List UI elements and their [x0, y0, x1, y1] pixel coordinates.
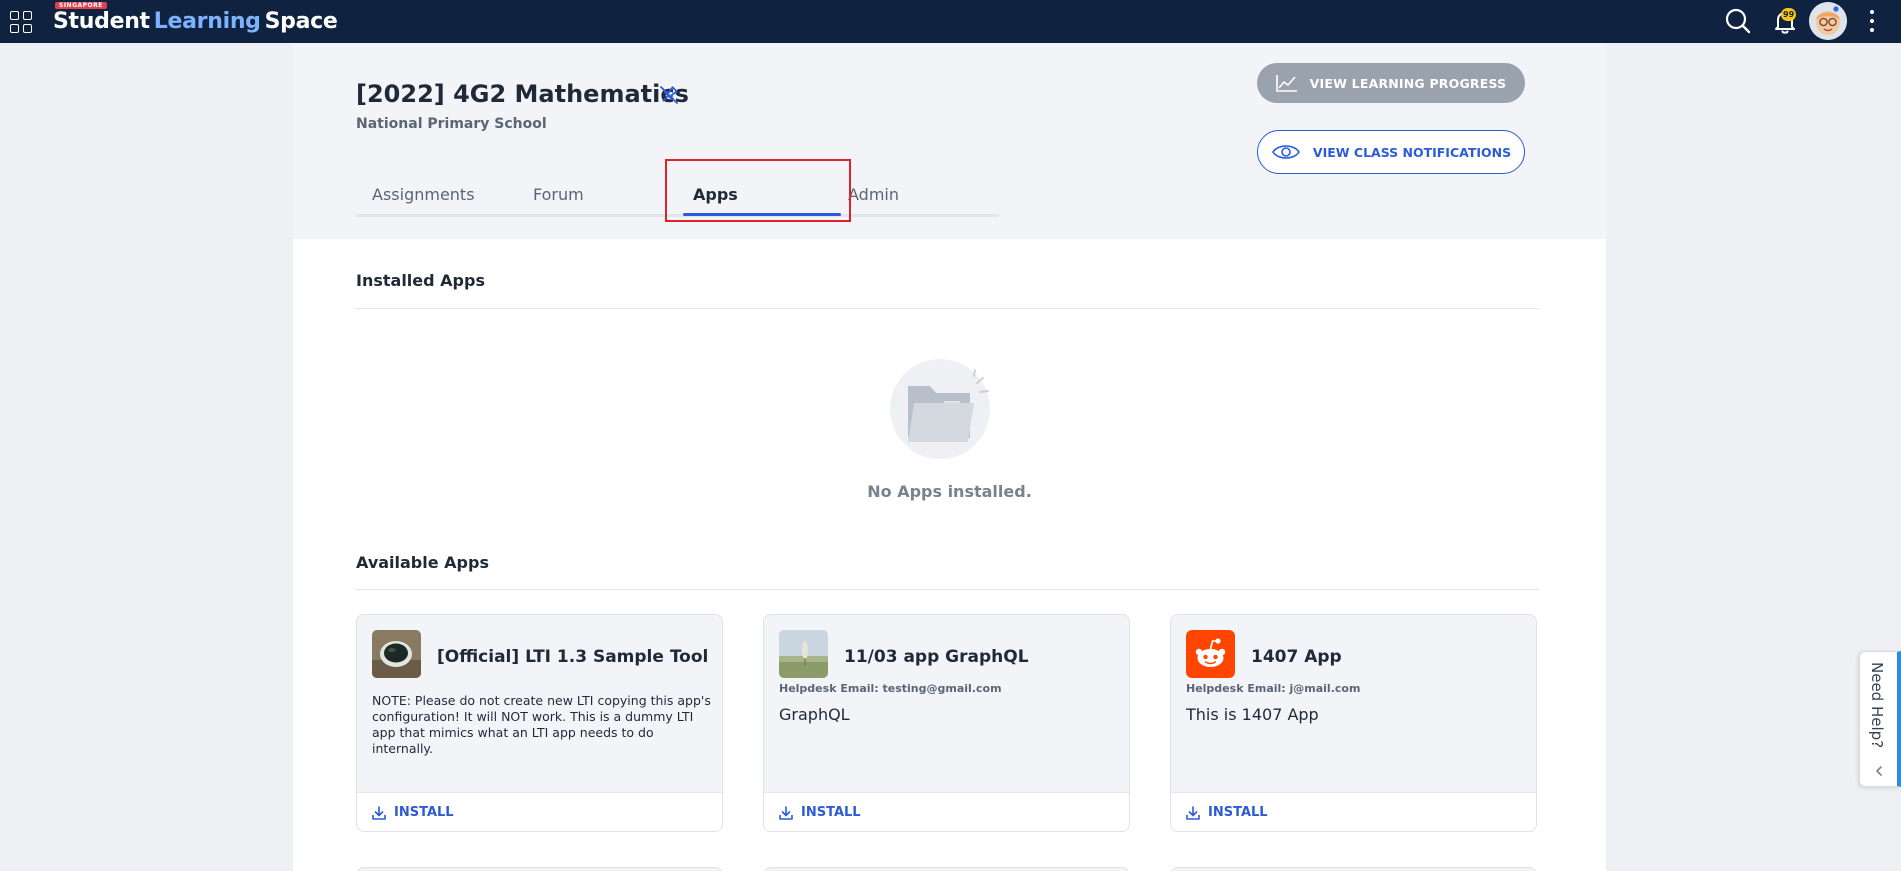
app-card-footer: INSTALL: [1171, 792, 1536, 831]
notification-count-badge: 99: [1781, 8, 1797, 21]
app-description: NOTE: Please do not create new LTI copyi…: [372, 693, 711, 756]
brand-part-learning: Learning: [153, 9, 261, 34]
tab-forum[interactable]: Forum: [533, 171, 584, 217]
app-card[interactable]: 11/03 app GraphQL Helpdesk Email: testin…: [763, 614, 1130, 832]
install-label: INSTALL: [394, 805, 454, 820]
class-page: [2022] 4G2 Mathematics National Primary …: [293, 43, 1606, 871]
active-tab-indicator: [683, 213, 841, 216]
tab-apps[interactable]: Apps: [693, 171, 738, 217]
install-button[interactable]: INSTALL: [372, 805, 454, 820]
empty-folder-icon: [890, 359, 990, 459]
app-launcher-grid-icon[interactable]: [10, 11, 32, 33]
need-help-tab[interactable]: Need Help?: [1859, 651, 1901, 787]
notifications-button[interactable]: 99: [1770, 6, 1800, 36]
no-apps-installed-text: No Apps installed.: [867, 482, 1032, 501]
app-helpdesk-email: Helpdesk Email: testing@gmail.com: [779, 682, 1002, 695]
app-thumbnail-field-photo: [779, 630, 828, 678]
app-helpdesk-email: Helpdesk Email: j@mail.com: [1186, 682, 1361, 695]
eye-icon: [1271, 145, 1300, 159]
app-card-partial[interactable]: [356, 867, 723, 871]
app-card-body: 11/03 app GraphQL Helpdesk Email: testin…: [764, 615, 1129, 792]
app-card-body: 1407 App Helpdesk Email: j@mail.com This…: [1171, 615, 1536, 792]
download-icon: [779, 805, 793, 820]
tab-assignments[interactable]: Assignments: [372, 171, 475, 217]
tab-admin[interactable]: Admin: [848, 171, 899, 217]
view-learning-progress-label: VIEW LEARNING PROGRESS: [1309, 75, 1507, 91]
installed-apps-title: Installed Apps: [356, 271, 485, 290]
app-card[interactable]: 1407 App Helpdesk Email: j@mail.com This…: [1170, 614, 1537, 832]
app-thumbnail-coffee-cup: [372, 630, 421, 678]
available-apps-divider: [356, 589, 1539, 590]
user-avatar[interactable]: [1809, 2, 1847, 40]
top-navigation-bar: SINGAPORE Student Learning Space 99: [0, 0, 1901, 43]
view-learning-progress-button[interactable]: VIEW LEARNING PROGRESS: [1257, 63, 1525, 103]
school-name: National Primary School: [356, 116, 547, 132]
view-class-notifications-button[interactable]: VIEW CLASS NOTIFICATIONS: [1257, 130, 1525, 174]
brand-name: Student Learning Space: [53, 9, 338, 34]
class-tabs: Assignments Forum Apps Admin: [356, 171, 999, 221]
app-name: 11/03 app GraphQL: [844, 647, 1029, 667]
chevron-left-icon: [1876, 766, 1882, 776]
install-button[interactable]: INSTALL: [1186, 805, 1268, 820]
app-name: [Official] LTI 1.3 Sample Tool: [437, 647, 709, 667]
brand-part-space: Space: [264, 9, 338, 34]
app-card-footer: INSTALL: [764, 792, 1129, 831]
app-card-partial[interactable]: [763, 867, 1130, 871]
install-button[interactable]: INSTALL: [779, 805, 861, 820]
brand-badge: SINGAPORE: [55, 2, 107, 9]
view-class-notifications-label: VIEW CLASS NOTIFICATIONS: [1312, 144, 1512, 160]
download-icon: [372, 805, 386, 820]
app-card-body: [Official] LTI 1.3 Sample Tool NOTE: Ple…: [357, 615, 722, 792]
install-label: INSTALL: [801, 805, 861, 820]
need-help-label: Need Help?: [1868, 662, 1886, 749]
search-icon[interactable]: [1723, 6, 1753, 36]
app-card[interactable]: [Official] LTI 1.3 Sample Tool NOTE: Ple…: [356, 614, 723, 832]
app-name: 1407 App: [1251, 647, 1342, 667]
class-header: [2022] 4G2 Mathematics National Primary …: [293, 43, 1606, 239]
available-apps-title: Available Apps: [356, 553, 489, 572]
installed-apps-divider: [356, 308, 1539, 309]
chart-line-icon: [1275, 75, 1297, 92]
brand-part-student: Student: [53, 9, 150, 34]
class-title: [2022] 4G2 Mathematics: [356, 80, 689, 108]
pin-icon[interactable]: [657, 83, 681, 107]
download-icon: [1186, 805, 1200, 820]
app-card-partial[interactable]: [1170, 867, 1537, 871]
app-description: This is 1407 App: [1186, 705, 1319, 724]
install-label: INSTALL: [1208, 805, 1268, 820]
avatar-face-icon: [1809, 2, 1847, 40]
app-card-footer: INSTALL: [357, 792, 722, 831]
more-options-icon[interactable]: [1868, 10, 1876, 32]
app-description: GraphQL: [779, 705, 850, 724]
reddit-icon: [1186, 630, 1235, 678]
